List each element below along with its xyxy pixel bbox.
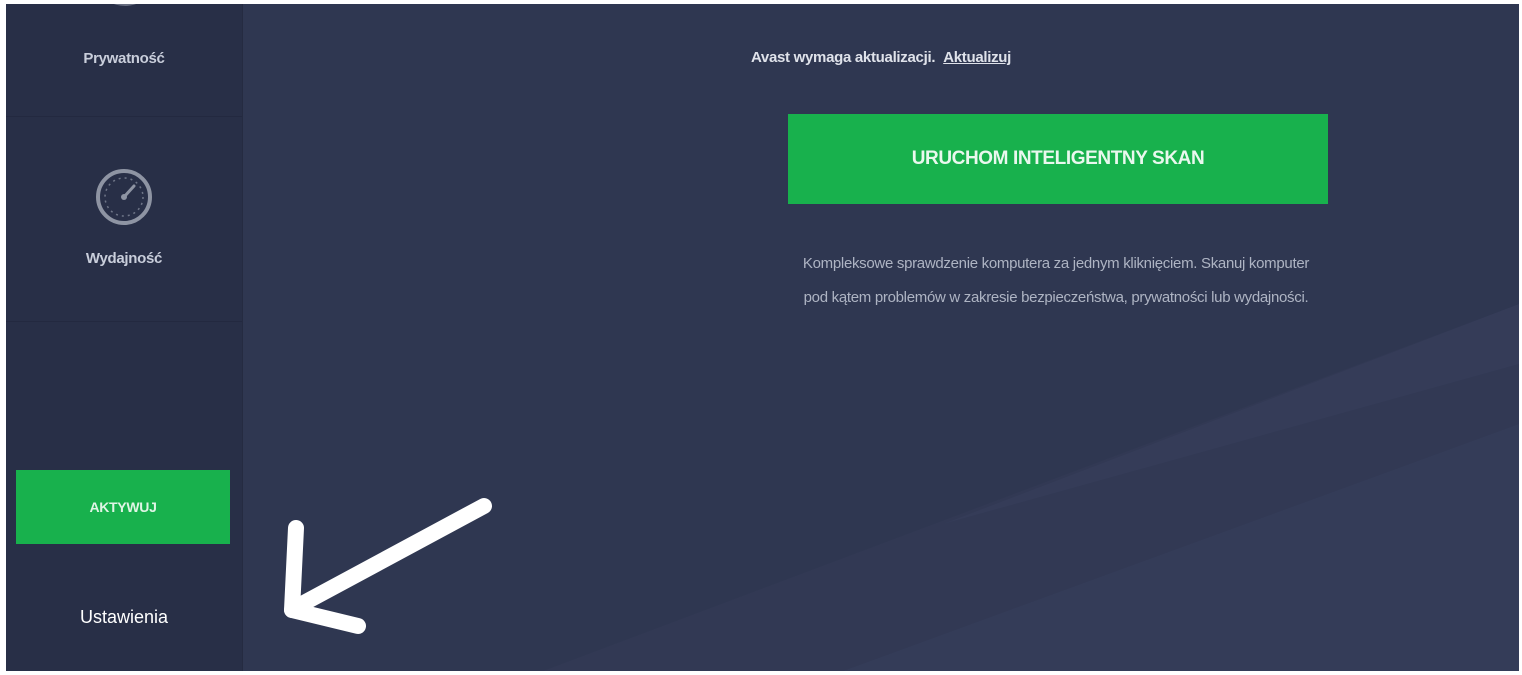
scan-description: Kompleksowe sprawdzenie komputera za jed… [591,247,1519,315]
privacy-icon [102,4,148,6]
speedometer-icon [94,167,154,232]
smart-scan-button[interactable]: URUCHOM INTELIGENTNY SKAN [788,114,1328,204]
sidebar-item-performance[interactable]: Wydajność [6,117,242,322]
scan-description-line: pod kątem problemów w zakresie bezpiecze… [803,289,1309,306]
update-text: Avast wymaga aktualizacji. [750,49,936,66]
settings-link[interactable]: Ustawienia [6,607,242,628]
update-notice: Avast wymaga aktualizacji. Aktualizuj [243,49,1519,66]
update-link[interactable]: Aktualizuj [943,49,1011,66]
sidebar-item-privacy[interactable]: Prywatność [6,4,242,117]
arrow-annotation-icon [284,498,492,634]
sidebar: Prywatność Wydajność AKTYWUJ Ustawienia [6,4,243,671]
sidebar-item-label: Prywatność [83,50,165,67]
sidebar-item-label: Wydajność [85,250,163,267]
app-window: Prywatność Wydajność AKTYWUJ Ustawienia … [6,4,1519,671]
activate-button[interactable]: AKTYWUJ [16,470,230,544]
scan-description-line: Kompleksowe sprawdzenie komputera za jed… [802,255,1310,272]
